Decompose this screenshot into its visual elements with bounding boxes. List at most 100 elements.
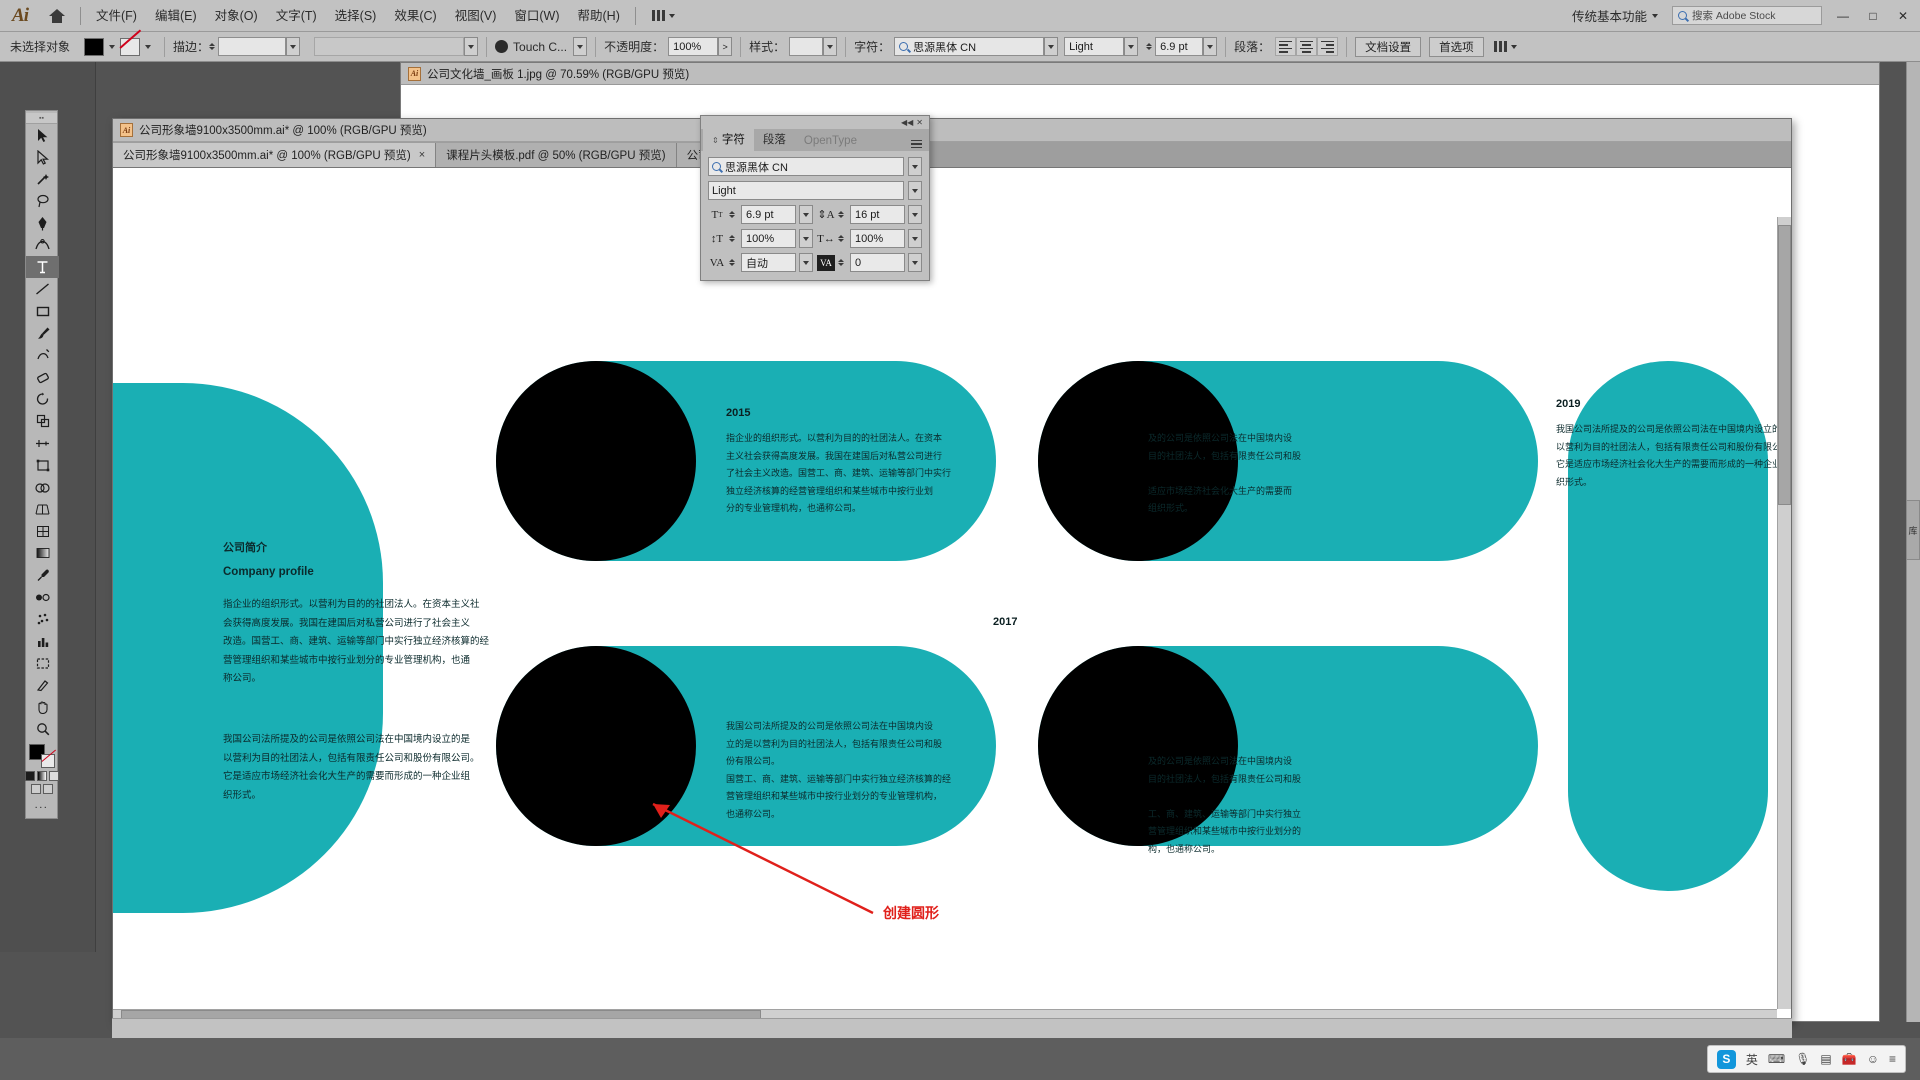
font-size-dropdown[interactable]	[1203, 37, 1218, 56]
align-left-button[interactable]	[1275, 37, 1297, 56]
kerning-stepper[interactable]	[729, 259, 735, 266]
line-segment-tool[interactable]	[26, 278, 59, 300]
shape-circle-2017[interactable]	[496, 646, 696, 846]
home-icon[interactable]	[40, 0, 74, 32]
font-size-input[interactable]: 6.9 pt	[1155, 37, 1204, 56]
mesh-tool[interactable]	[26, 520, 59, 542]
hand-tool[interactable]	[26, 696, 59, 718]
panel-grip[interactable]: ▪▪	[26, 113, 57, 124]
eraser-tool[interactable]	[26, 366, 59, 388]
style-dropdown[interactable]	[823, 37, 838, 56]
tracking-input[interactable]: 0	[850, 253, 905, 272]
direct-selection-tool[interactable]	[26, 146, 59, 168]
free-transform-tool[interactable]	[26, 454, 59, 476]
close-icon[interactable]: ×	[419, 149, 425, 161]
horizontal-scale-input[interactable]: 100%	[850, 229, 905, 248]
artboard-tool[interactable]	[26, 652, 59, 674]
width-tool[interactable]	[26, 432, 59, 454]
menu-view[interactable]: 视图(V)	[446, 0, 506, 32]
document-tab-1[interactable]: 公司形象墙9100x3500mm.ai* @ 100% (RGB/GPU 预览)…	[113, 143, 437, 167]
opacity-dropdown[interactable]: >	[718, 37, 733, 56]
close-button[interactable]: ✕	[1888, 0, 1918, 32]
magic-wand-tool[interactable]	[26, 168, 59, 190]
font-size-dropdown[interactable]	[799, 205, 813, 224]
panel-menu-icon[interactable]	[911, 139, 929, 151]
menu-edit[interactable]: 编辑(E)	[146, 0, 206, 32]
fill-swatch[interactable]	[84, 37, 105, 56]
shaper-tool[interactable]	[26, 344, 59, 366]
stock-search-input[interactable]: 搜索 Adobe Stock	[1672, 6, 1822, 25]
screen-mode-button[interactable]	[30, 784, 41, 794]
stroke-swatch[interactable]	[120, 37, 141, 56]
menu-file[interactable]: 文件(F)	[87, 0, 146, 32]
zoom-tool[interactable]	[26, 718, 59, 740]
align-center-button[interactable]	[1296, 37, 1318, 56]
menu-window[interactable]: 窗口(W)	[505, 0, 568, 32]
control-bar-extra-button[interactable]	[1484, 31, 1527, 63]
perspective-grid-tool[interactable]	[26, 498, 59, 520]
rotate-tool[interactable]	[26, 388, 59, 410]
minimize-button[interactable]: —	[1828, 0, 1858, 32]
tracking-stepper[interactable]	[838, 259, 844, 266]
shape-builder-tool[interactable]	[26, 476, 59, 498]
stroke-weight-input[interactable]	[218, 37, 287, 56]
sogou-logo-icon[interactable]: S	[1716, 1049, 1736, 1069]
panel-font-size-input[interactable]: 6.9 pt	[741, 205, 796, 224]
menu-help[interactable]: 帮助(H)	[569, 0, 629, 32]
horizontal-scale-stepper[interactable]	[838, 235, 844, 242]
tracking-dropdown[interactable]	[908, 253, 922, 272]
workspace-switcher-button[interactable]	[642, 0, 685, 32]
libraries-panel-tab[interactable]: 库	[1906, 500, 1920, 560]
stroke-profile-dropdown[interactable]	[464, 37, 479, 56]
font-family-input[interactable]: 思源黑体 CN	[894, 37, 1045, 56]
leading-input[interactable]: 16 pt	[850, 205, 905, 224]
stroke-weight-dropdown[interactable]	[286, 37, 301, 56]
menu-effect[interactable]: 效果(C)	[385, 0, 445, 32]
chevron-down-icon[interactable]	[145, 44, 152, 49]
align-right-button[interactable]	[1317, 37, 1339, 56]
vertical-scale-input[interactable]: 100%	[741, 229, 796, 248]
gradient-tool[interactable]	[26, 542, 59, 564]
stroke-profile-select[interactable]	[314, 37, 465, 56]
close-icon[interactable]: ✕	[916, 118, 923, 127]
pen-tool[interactable]	[26, 212, 59, 234]
edit-toolbar-button[interactable]: ...	[26, 796, 57, 814]
canvas-area[interactable]: 公司简介 Company profile 指企业的组织形式。以营利为目的的社团法…	[113, 168, 1791, 1023]
leading-stepper[interactable]	[838, 211, 844, 218]
kerning-dropdown[interactable]	[799, 253, 813, 272]
horizontal-scale-dropdown[interactable]	[908, 229, 922, 248]
vertical-scale-stepper[interactable]	[729, 235, 735, 242]
maximize-button[interactable]: □	[1858, 0, 1888, 32]
selection-tool[interactable]	[26, 124, 59, 146]
rectangle-tool[interactable]	[26, 300, 59, 322]
lasso-tool[interactable]	[26, 190, 59, 212]
none-button[interactable]	[48, 771, 59, 781]
preferences-button[interactable]: 首选项	[1429, 36, 1484, 57]
chevron-down-icon[interactable]	[109, 44, 116, 49]
panel-icon[interactable]: ▤	[1820, 1052, 1831, 1066]
emoji-icon[interactable]: ☺	[1867, 1052, 1879, 1066]
tab-character[interactable]: ⇕ 字符	[703, 128, 754, 151]
menu-select[interactable]: 选择(S)	[326, 0, 386, 32]
toolbox-icon[interactable]: 🧰	[1842, 1052, 1857, 1066]
curvature-tool[interactable]	[26, 234, 59, 256]
font-style-input[interactable]: Light	[1064, 37, 1125, 56]
fill-stroke-swatches[interactable]	[28, 744, 55, 768]
column-graph-tool[interactable]	[26, 630, 59, 652]
collapse-icon[interactable]: ◀◀	[901, 118, 913, 127]
font-style-dropdown[interactable]	[1124, 37, 1139, 56]
font-size-stepper[interactable]	[729, 211, 735, 218]
paintbrush-tool[interactable]	[26, 322, 59, 344]
vertical-scale-dropdown[interactable]	[799, 229, 813, 248]
screen-mode-button[interactable]	[42, 784, 53, 794]
scale-tool[interactable]	[26, 410, 59, 432]
microphone-icon[interactable]: 🎙	[1795, 1052, 1810, 1066]
menu-type[interactable]: 文字(T)	[267, 0, 326, 32]
blend-tool[interactable]	[26, 586, 59, 608]
font-family-dropdown[interactable]	[1044, 37, 1059, 56]
leading-dropdown[interactable]	[908, 205, 922, 224]
font-size-stepper[interactable]	[1146, 43, 1153, 50]
symbol-sprayer-tool[interactable]	[26, 608, 59, 630]
slice-tool[interactable]	[26, 674, 59, 696]
stroke-swatch-none[interactable]	[40, 754, 55, 768]
